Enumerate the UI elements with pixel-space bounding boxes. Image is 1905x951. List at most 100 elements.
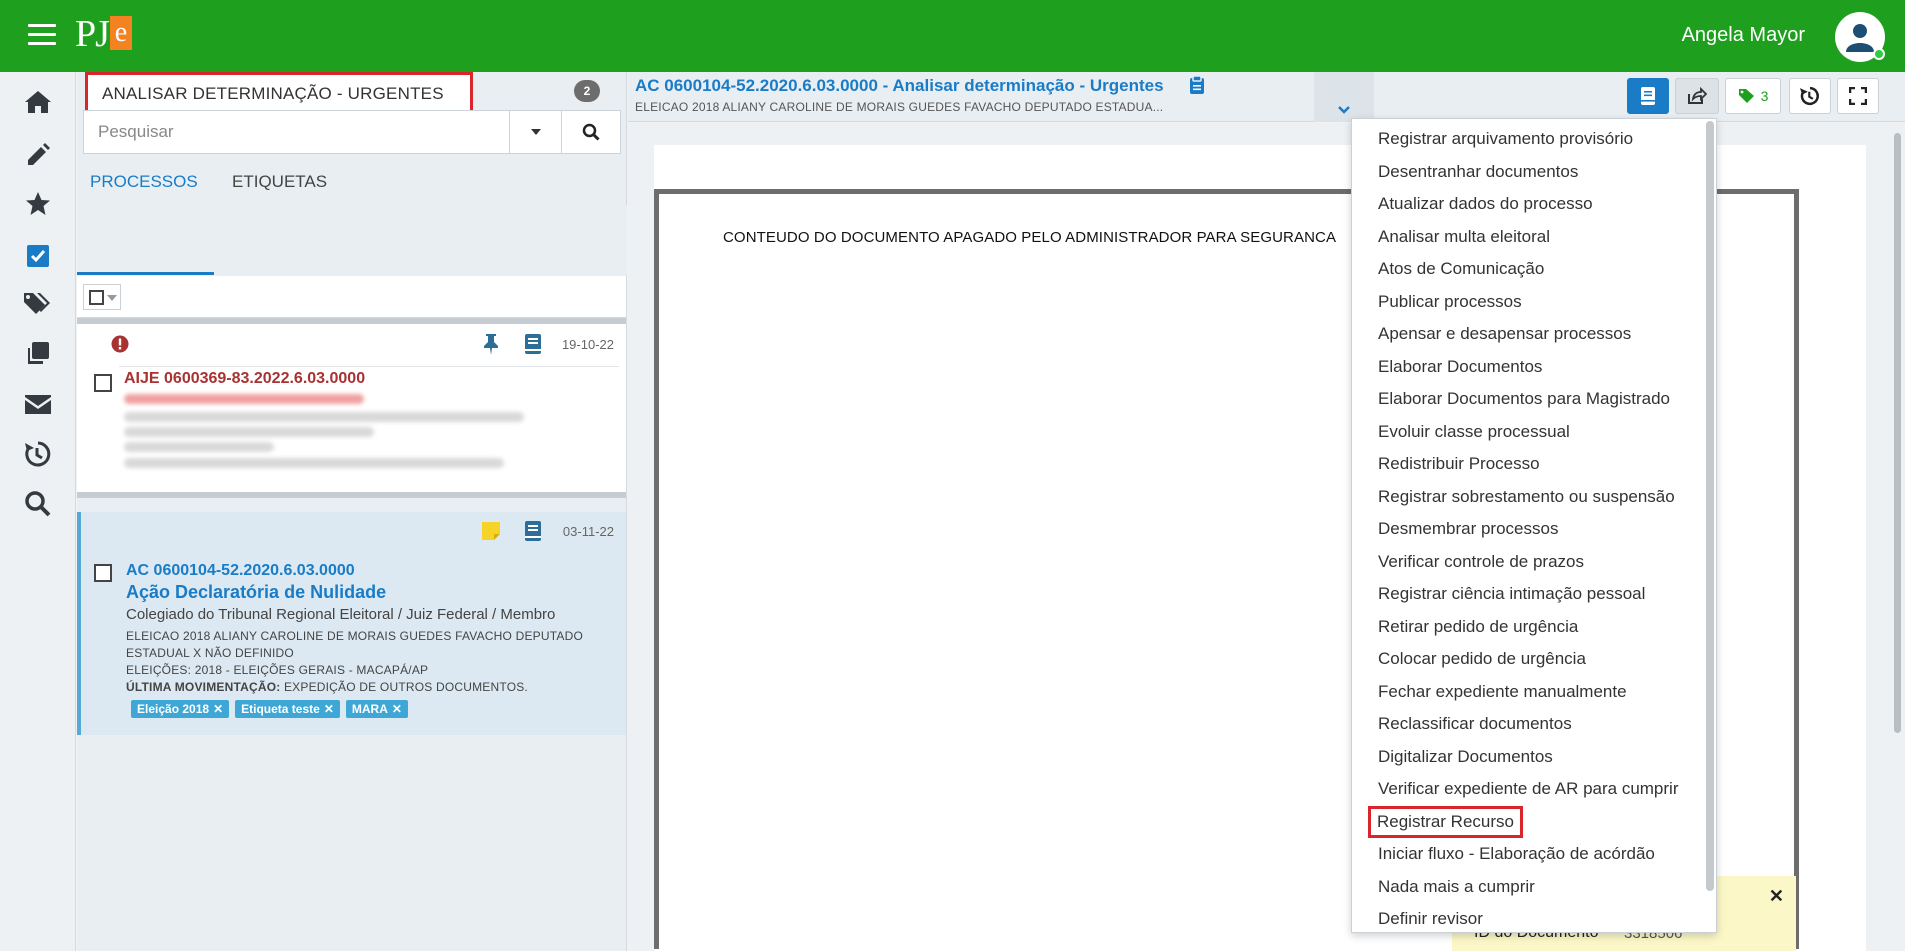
tags-icon[interactable]	[22, 288, 54, 320]
process-parties-cont: ESTADUAL X NÃO DEFINIDO	[126, 646, 294, 660]
menu-item-verificar-controle-de-prazos[interactable]: Verificar controle de prazos	[1378, 552, 1584, 572]
sticky-note-icon[interactable]	[481, 521, 501, 541]
book-icon[interactable]	[524, 520, 542, 542]
tag-label: MARA	[351, 702, 388, 716]
history-icon[interactable]	[22, 438, 54, 470]
card-checkbox[interactable]	[94, 564, 112, 582]
process-card[interactable]: 03-11-22 AC 0600104-52.2020.6.03.0000 Aç…	[77, 512, 626, 735]
search-button[interactable]	[562, 110, 621, 154]
menu-item-definir-revisor[interactable]: Definir revisor	[1378, 909, 1483, 929]
clipboard-icon[interactable]	[1189, 75, 1205, 95]
book-icon	[1641, 87, 1655, 105]
history-button[interactable]	[1789, 78, 1831, 114]
menu-item-publicar-processos[interactable]: Publicar processos	[1378, 292, 1522, 312]
fullscreen-button[interactable]	[1837, 78, 1879, 114]
process-class: Ação Declaratória de Nulidade	[126, 582, 387, 602]
menu-item-evoluir-classe-processual[interactable]: Evoluir classe processual	[1378, 422, 1570, 442]
tag-chip[interactable]: MARA ✕	[345, 700, 408, 718]
checkbox-icon[interactable]	[22, 240, 54, 272]
menu-item-retirar-pedido-de-urgencia[interactable]: Retirar pedido de urgência	[1378, 617, 1578, 637]
online-status-dot	[1873, 48, 1885, 60]
tag-chip[interactable]: Eleição 2018 ✕	[131, 700, 230, 718]
menu-item-elaborar-documentos-para-magistrado[interactable]: Elaborar Documentos para Magistrado	[1378, 389, 1670, 409]
tags-button[interactable]: 3	[1725, 78, 1781, 114]
select-all-checkbox[interactable]	[83, 284, 121, 310]
menu-item-digitalizar-documentos[interactable]: Digitalizar Documentos	[1378, 747, 1553, 767]
active-tab-underline	[77, 272, 214, 275]
tab-etiquetas[interactable]: ETIQUETAS	[232, 172, 327, 192]
search-icon	[582, 123, 600, 141]
pencil-icon[interactable]	[22, 138, 54, 170]
user-name[interactable]: Angela Mayor	[1682, 24, 1805, 47]
tab-processos[interactable]: PROCESSOS	[90, 172, 198, 192]
envelope-icon[interactable]	[22, 388, 54, 420]
menu-item-verificar-expediente-de-ar-para-cumprir[interactable]: Verificar expediente de AR para cumprir	[1378, 779, 1679, 799]
menu-item-analisar-multa-eleitoral[interactable]: Analisar multa eleitoral	[1378, 227, 1550, 247]
card-checkbox[interactable]	[94, 374, 112, 392]
search-filter-dropdown[interactable]	[510, 110, 562, 154]
menu-item-fechar-expediente-manualmente[interactable]: Fechar expediente manualmente	[1378, 682, 1627, 702]
process-card[interactable]: 19-10-22 AIJE 0600369-83.2022.6.03.0000	[77, 324, 626, 498]
menu-item-atos-de-comunicacao[interactable]: Atos de Comunicação	[1378, 259, 1544, 279]
menu-item-colocar-pedido-de-urgencia[interactable]: Colocar pedido de urgência	[1378, 649, 1586, 669]
search-row	[83, 110, 621, 154]
pin-icon[interactable]	[481, 333, 501, 355]
menu-item-redistribuir-processo[interactable]: Redistribuir Processo	[1378, 454, 1540, 474]
task-list-panel: ANALISAR DETERMINAÇÃO - URGENTES 2 PROCE…	[77, 72, 627, 951]
search-input[interactable]	[83, 110, 510, 154]
share-button[interactable]	[1675, 78, 1719, 114]
process-number[interactable]: AIJE 0600369-83.2022.6.03.0000	[124, 370, 365, 388]
menu-item-nada-mais-a-cumprir[interactable]: Nada mais a cumprir	[1378, 877, 1535, 897]
process-parties: ELEICAO 2018 ALIANY CAROLINE DE MORAIS G…	[126, 629, 583, 643]
menu-item-registrar-arquivamento-provisorio[interactable]: Registrar arquivamento provisório	[1378, 129, 1633, 149]
process-number[interactable]: AC 0600104-52.2020.6.03.0000	[126, 562, 355, 580]
close-icon[interactable]: ✕	[213, 702, 223, 716]
menu-item-iniciar-fluxo-elaboracao-de-acordao[interactable]: Iniciar fluxo - Elaboração de acórdão	[1378, 844, 1655, 864]
tag-count: 3	[1760, 88, 1769, 104]
book-icon[interactable]	[524, 333, 542, 355]
menu-item-desentranhar-documentos[interactable]: Desentranhar documentos	[1378, 162, 1578, 182]
user-icon	[1846, 24, 1874, 52]
expand-header-button[interactable]	[1314, 72, 1374, 122]
caret-down-icon	[530, 129, 541, 135]
caret-down-icon	[107, 295, 117, 301]
document-content: CONTEUDO DO DOCUMENTO APAGADO PELO ADMIN…	[723, 229, 1337, 246]
history-icon	[1800, 86, 1819, 106]
user-avatar[interactable]	[1835, 12, 1885, 62]
menu-item-desmembrar-processos[interactable]: Desmembrar processos	[1378, 519, 1558, 539]
menu-item-apensar-e-desapensar-processos[interactable]: Apensar e desapensar processos	[1378, 324, 1631, 344]
hamburger-menu-icon[interactable]	[28, 24, 56, 46]
close-icon[interactable]: ✕	[1769, 886, 1784, 907]
home-icon[interactable]	[22, 86, 54, 118]
redacted-text	[124, 427, 374, 437]
pje-logo[interactable]: PJ e	[75, 12, 132, 58]
tag-chip[interactable]: Etiqueta teste ✕	[235, 700, 340, 718]
search-icon[interactable]	[22, 488, 54, 520]
document-header: AC 0600104-52.2020.6.03.0000 - Analisar …	[628, 72, 1905, 122]
document-view-button[interactable]	[1627, 78, 1669, 114]
task-count-badge: 2	[574, 80, 600, 102]
close-icon[interactable]: ✕	[392, 702, 402, 716]
logo-accent: e	[109, 16, 132, 50]
share-icon	[1688, 87, 1707, 104]
process-elections: ELEIÇÕES: 2018 - ELEIÇÕES GERAIS - MACAP…	[126, 663, 429, 677]
close-icon[interactable]: ✕	[324, 702, 334, 716]
last-movement-label: ÚLTIMA MOVIMENTAÇÃO:	[126, 680, 281, 694]
menu-item-registrar-ciencia-intimacao-pessoal[interactable]: Registrar ciência intimação pessoal	[1378, 584, 1645, 604]
menu-item-reclassificar-documentos[interactable]: Reclassificar documentos	[1378, 714, 1572, 734]
left-nav	[0, 72, 76, 951]
document-title[interactable]: AC 0600104-52.2020.6.03.0000 - Analisar …	[635, 76, 1164, 96]
copy-icon[interactable]	[22, 338, 54, 370]
menu-item-elaborar-documentos[interactable]: Elaborar Documentos	[1378, 357, 1542, 377]
menu-scrollbar[interactable]	[1706, 121, 1714, 891]
select-row	[77, 276, 626, 318]
menu-item-atualizar-dados-do-processo[interactable]: Atualizar dados do processo	[1378, 194, 1593, 214]
tag-label: Eleição 2018	[137, 702, 210, 716]
top-bar: PJ e Angela Mayor	[0, 0, 1905, 72]
menu-item-registrar-recurso[interactable]: Registrar Recurso	[1368, 806, 1523, 838]
document-scrollbar[interactable]	[1894, 133, 1901, 733]
menu-item-registrar-sobrestamento-ou-suspensao[interactable]: Registrar sobrestamento ou suspensão	[1378, 487, 1675, 507]
tag-icon	[1738, 89, 1754, 103]
star-icon[interactable]	[22, 188, 54, 220]
chevron-down-icon	[1338, 106, 1350, 114]
